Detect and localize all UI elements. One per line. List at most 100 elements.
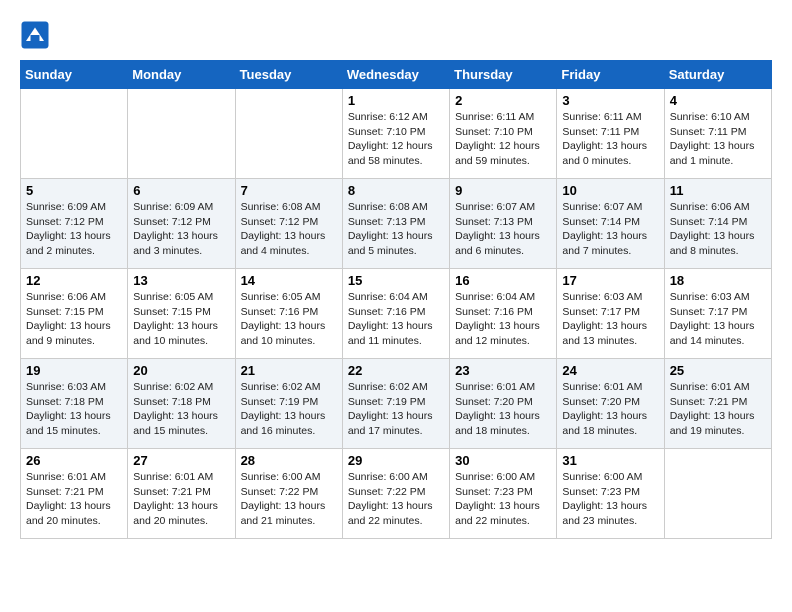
day-info: Sunrise: 6:00 AM Sunset: 7:23 PM Dayligh… [455,470,551,529]
header-monday: Monday [128,61,235,89]
day-number: 17 [562,273,658,288]
calendar-cell: 10 Sunrise: 6:07 AM Sunset: 7:14 PM Dayli… [557,179,664,269]
day-number: 15 [348,273,444,288]
calendar-cell [128,89,235,179]
day-number: 12 [26,273,122,288]
calendar-cell: 17 Sunrise: 6:03 AM Sunset: 7:17 PM Dayli… [557,269,664,359]
calendar-cell: 11 Sunrise: 6:06 AM Sunset: 7:14 PM Dayli… [664,179,771,269]
day-info: Sunrise: 6:06 AM Sunset: 7:14 PM Dayligh… [670,200,766,259]
day-number: 28 [241,453,337,468]
day-number: 25 [670,363,766,378]
logo-icon [20,20,50,50]
day-info: Sunrise: 6:11 AM Sunset: 7:11 PM Dayligh… [562,110,658,169]
calendar-cell: 28 Sunrise: 6:00 AM Sunset: 7:22 PM Dayli… [235,449,342,539]
day-info: Sunrise: 6:09 AM Sunset: 7:12 PM Dayligh… [133,200,229,259]
day-info: Sunrise: 6:03 AM Sunset: 7:18 PM Dayligh… [26,380,122,439]
day-info: Sunrise: 6:10 AM Sunset: 7:11 PM Dayligh… [670,110,766,169]
day-number: 8 [348,183,444,198]
day-number: 3 [562,93,658,108]
calendar-cell: 7 Sunrise: 6:08 AM Sunset: 7:12 PM Daylig… [235,179,342,269]
day-info: Sunrise: 6:05 AM Sunset: 7:15 PM Dayligh… [133,290,229,349]
page-header [20,20,772,50]
calendar-cell: 31 Sunrise: 6:00 AM Sunset: 7:23 PM Dayli… [557,449,664,539]
calendar-cell: 1 Sunrise: 6:12 AM Sunset: 7:10 PM Daylig… [342,89,449,179]
day-number: 11 [670,183,766,198]
day-info: Sunrise: 6:07 AM Sunset: 7:13 PM Dayligh… [455,200,551,259]
day-info: Sunrise: 6:00 AM Sunset: 7:23 PM Dayligh… [562,470,658,529]
day-number: 19 [26,363,122,378]
day-number: 7 [241,183,337,198]
day-number: 16 [455,273,551,288]
calendar-cell: 9 Sunrise: 6:07 AM Sunset: 7:13 PM Daylig… [450,179,557,269]
day-number: 18 [670,273,766,288]
calendar-cell: 25 Sunrise: 6:01 AM Sunset: 7:21 PM Dayli… [664,359,771,449]
day-number: 20 [133,363,229,378]
calendar-cell [235,89,342,179]
calendar-cell: 24Sunrise: 6:01 AM Sunset: 7:20 PM Dayli… [557,359,664,449]
day-number: 1 [348,93,444,108]
calendar-cell: 19 Sunrise: 6:03 AM Sunset: 7:18 PM Dayli… [21,359,128,449]
day-info: Sunrise: 6:00 AM Sunset: 7:22 PM Dayligh… [241,470,337,529]
day-number: 9 [455,183,551,198]
day-info: Sunrise: 6:08 AM Sunset: 7:12 PM Dayligh… [241,200,337,259]
day-info: Sunrise: 6:02 AM Sunset: 7:18 PM Dayligh… [133,380,229,439]
day-info: Sunrise: 6:06 AM Sunset: 7:15 PM Dayligh… [26,290,122,349]
header-wednesday: Wednesday [342,61,449,89]
week-row-4: 19 Sunrise: 6:03 AM Sunset: 7:18 PM Dayli… [21,359,772,449]
calendar-cell [664,449,771,539]
day-number: 6 [133,183,229,198]
day-number: 13 [133,273,229,288]
week-row-1: 1 Sunrise: 6:12 AM Sunset: 7:10 PM Daylig… [21,89,772,179]
day-number: 29 [348,453,444,468]
day-info: Sunrise: 6:01 AM Sunset: 7:20 PM Dayligh… [562,380,658,439]
calendar-cell: 3 Sunrise: 6:11 AM Sunset: 7:11 PM Daylig… [557,89,664,179]
calendar-cell [21,89,128,179]
day-info: Sunrise: 6:01 AM Sunset: 7:20 PM Dayligh… [455,380,551,439]
day-info: Sunrise: 6:00 AM Sunset: 7:22 PM Dayligh… [348,470,444,529]
day-info: Sunrise: 6:07 AM Sunset: 7:14 PM Dayligh… [562,200,658,259]
calendar-cell: 21 Sunrise: 6:02 AM Sunset: 7:19 PM Dayli… [235,359,342,449]
calendar-cell: 2 Sunrise: 6:11 AM Sunset: 7:10 PM Daylig… [450,89,557,179]
day-info: Sunrise: 6:09 AM Sunset: 7:12 PM Dayligh… [26,200,122,259]
day-info: Sunrise: 6:08 AM Sunset: 7:13 PM Dayligh… [348,200,444,259]
day-info: Sunrise: 6:04 AM Sunset: 7:16 PM Dayligh… [455,290,551,349]
day-info: Sunrise: 6:02 AM Sunset: 7:19 PM Dayligh… [241,380,337,439]
calendar-cell: 12 Sunrise: 6:06 AM Sunset: 7:15 PM Dayli… [21,269,128,359]
calendar-table: SundayMondayTuesdayWednesdayThursdayFrid… [20,60,772,539]
day-number: 21 [241,363,337,378]
day-info: Sunrise: 6:02 AM Sunset: 7:19 PM Dayligh… [348,380,444,439]
week-row-2: 5 Sunrise: 6:09 AM Sunset: 7:12 PM Daylig… [21,179,772,269]
day-info: Sunrise: 6:04 AM Sunset: 7:16 PM Dayligh… [348,290,444,349]
header-sunday: Sunday [21,61,128,89]
day-number: 2 [455,93,551,108]
day-info: Sunrise: 6:03 AM Sunset: 7:17 PM Dayligh… [562,290,658,349]
week-row-5: 26 Sunrise: 6:01 AM Sunset: 7:21 PM Dayli… [21,449,772,539]
calendar-cell: 4 Sunrise: 6:10 AM Sunset: 7:11 PM Daylig… [664,89,771,179]
day-number: 4 [670,93,766,108]
day-number: 23 [455,363,551,378]
day-info: Sunrise: 6:03 AM Sunset: 7:17 PM Dayligh… [670,290,766,349]
day-info: Sunrise: 6:11 AM Sunset: 7:10 PM Dayligh… [455,110,551,169]
week-row-3: 12 Sunrise: 6:06 AM Sunset: 7:15 PM Dayli… [21,269,772,359]
header-thursday: Thursday [450,61,557,89]
header-friday: Friday [557,61,664,89]
day-info: Sunrise: 6:01 AM Sunset: 7:21 PM Dayligh… [26,470,122,529]
header-saturday: Saturday [664,61,771,89]
calendar-cell: 14Sunrise: 6:05 AM Sunset: 7:16 PM Dayli… [235,269,342,359]
day-number: 27 [133,453,229,468]
calendar-cell: 5 Sunrise: 6:09 AM Sunset: 7:12 PM Daylig… [21,179,128,269]
calendar-cell: 29 Sunrise: 6:00 AM Sunset: 7:22 PM Dayli… [342,449,449,539]
calendar-cell: 8 Sunrise: 6:08 AM Sunset: 7:13 PM Daylig… [342,179,449,269]
day-number: 31 [562,453,658,468]
calendar-cell: 26 Sunrise: 6:01 AM Sunset: 7:21 PM Dayli… [21,449,128,539]
day-info: Sunrise: 6:01 AM Sunset: 7:21 PM Dayligh… [670,380,766,439]
calendar-cell: 16 Sunrise: 6:04 AM Sunset: 7:16 PM Dayli… [450,269,557,359]
logo [20,20,54,50]
calendar-cell: 23 Sunrise: 6:01 AM Sunset: 7:20 PM Dayli… [450,359,557,449]
day-number: 10 [562,183,658,198]
day-number: 26 [26,453,122,468]
calendar-cell: 15 Sunrise: 6:04 AM Sunset: 7:16 PM Dayli… [342,269,449,359]
day-info: Sunrise: 6:12 AM Sunset: 7:10 PM Dayligh… [348,110,444,169]
day-number: 5 [26,183,122,198]
calendar-cell: 13 Sunrise: 6:05 AM Sunset: 7:15 PM Dayli… [128,269,235,359]
